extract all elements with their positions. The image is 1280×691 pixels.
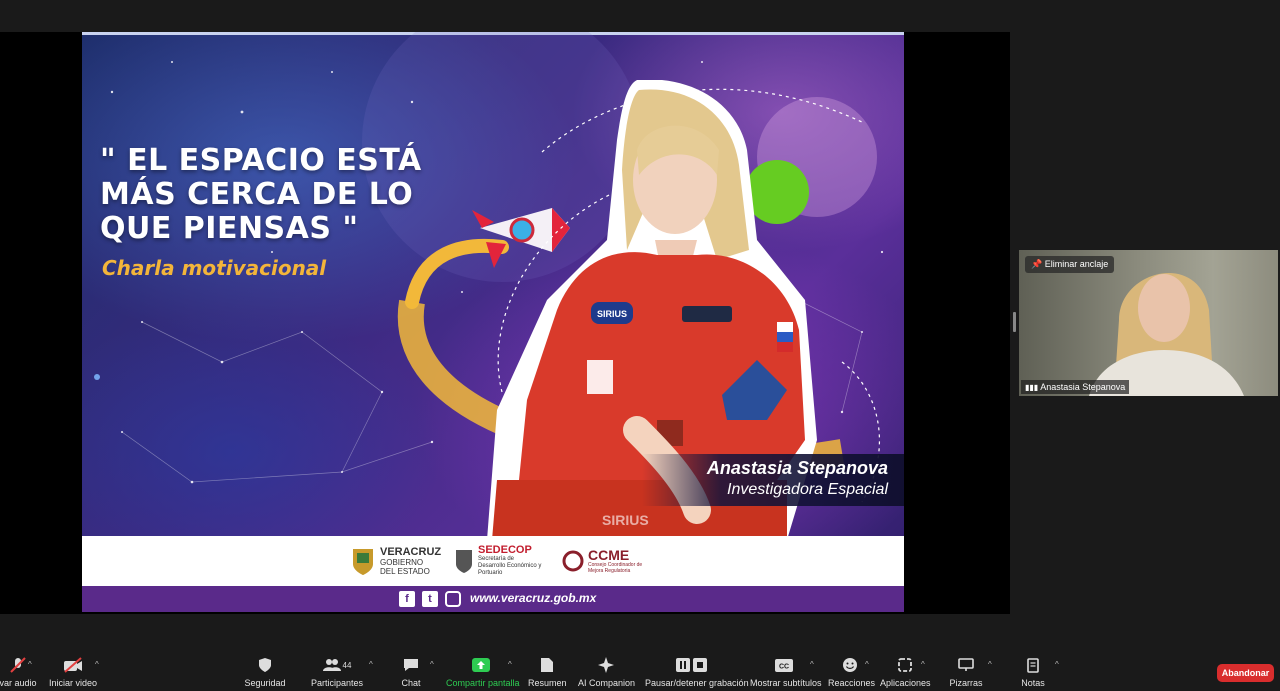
summary-label: Resumen [528, 678, 567, 688]
unpin-button[interactable]: 📌 Eliminar anclaje [1025, 256, 1115, 273]
twitter-icon: t [422, 591, 438, 607]
apps-options-caret[interactable]: ^ [921, 660, 925, 669]
captions-options-caret[interactable]: ^ [810, 660, 814, 669]
participant-name-tag: ▮▮▮ Anastasia Stepanova [1021, 380, 1130, 394]
signal-bars-icon: ▮▮▮ [1025, 383, 1039, 392]
apps-label: Aplicaciones [880, 678, 931, 688]
veracruz-crest-icon [353, 549, 373, 575]
suit-chest-text: SIRIUS [602, 512, 649, 528]
participants-button[interactable]: 44 Participantes [308, 656, 366, 688]
shared-slide: " EL ESPACIO ESTÁ MÁS CERCA DE LO QUE PI… [82, 32, 904, 612]
ai-companion-label: AI Companion [578, 678, 636, 688]
summary-document-icon [541, 658, 553, 672]
logos-bar: VERACRUZ GOBIERNO DEL ESTADO SEDECOP Sec… [82, 536, 904, 586]
chat-options-caret[interactable]: ^ [430, 660, 434, 669]
slide-footer: f t www.veracruz.gob.mx [82, 586, 904, 612]
shield-icon [259, 658, 271, 672]
pause-stop-icon [676, 658, 707, 672]
ccme-logo: CCME Consejo Coordinador de Mejora Regul… [562, 545, 648, 577]
leave-button[interactable]: Abandonar [1217, 664, 1274, 682]
camera-muted-icon [64, 657, 82, 673]
participants-count: 44 [342, 660, 352, 670]
slide-subtitle: Charla motivacional [102, 256, 327, 280]
svg-text:CC: CC [779, 663, 789, 670]
chat-bubble-icon [404, 659, 418, 671]
audio-options-caret[interactable]: ^ [28, 660, 32, 669]
ai-companion-button[interactable]: AI Companion [578, 656, 636, 688]
ccme-name: CCME [588, 547, 630, 563]
captions-button[interactable]: CC Mostrar subtítulos [750, 656, 822, 688]
participant-video-tile[interactable]: 📌 Eliminar anclaje ▮▮▮ Anastasia Stepano… [1019, 250, 1278, 396]
apps-icon [898, 658, 912, 672]
summary-button[interactable]: Resumen [528, 656, 567, 688]
shoulder-patch-text: SIRIUS [597, 309, 627, 319]
microphone-muted-icon [10, 657, 26, 673]
whiteboards-options-caret[interactable]: ^ [988, 660, 992, 669]
participants-options-caret[interactable]: ^ [369, 660, 373, 669]
speaker-caption: Anastasia Stepanova Investigadora Espaci… [642, 454, 904, 506]
audio-button[interactable]: var audio [0, 656, 38, 688]
sedecop-crest-icon [456, 550, 472, 573]
notes-button[interactable]: Notas [1018, 656, 1048, 688]
security-button[interactable]: Seguridad [240, 656, 290, 688]
record-controls-button[interactable]: Pausar/detener grabación [645, 656, 749, 688]
participants-label: Participantes [310, 678, 364, 688]
share-screen-label: Compartir pantalla [446, 678, 520, 688]
sparkle-icon [598, 657, 614, 673]
participant-name: Anastasia Stepanova [1040, 382, 1126, 392]
video-label: Iniciar video [48, 678, 98, 688]
pin-icon: 📌 [1031, 259, 1043, 269]
ccme-sub: Consejo Coordinador de Mejora Regulatori… [588, 562, 643, 574]
speaker-name: Anastasia Stepanova [706, 458, 888, 478]
website-url: www.veracruz.gob.mx [470, 591, 597, 605]
captions-icon: CC [775, 658, 793, 672]
video-button[interactable]: Iniciar video [46, 656, 100, 688]
sedecop-logo: SEDECOP Secretaría de Desarrollo Económi… [454, 545, 542, 577]
sedecop-sub: Secretaría de Desarrollo Económico y Por… [478, 556, 542, 576]
whiteboards-button[interactable]: Pizarras [946, 656, 986, 688]
sedecop-name: SEDECOP [478, 544, 532, 556]
share-options-caret[interactable]: ^ [508, 660, 512, 669]
facebook-icon: f [399, 591, 415, 607]
captions-label: Mostrar subtítulos [750, 678, 822, 688]
veracruz-logo: VERACRUZ GOBIERNO DEL ESTADO [350, 545, 441, 577]
whiteboards-label: Pizarras [949, 678, 983, 688]
participants-icon [322, 659, 341, 671]
notes-label: Notas [1021, 678, 1045, 688]
security-label: Seguridad [244, 678, 286, 688]
unpin-label: Eliminar anclaje [1044, 259, 1109, 269]
speaker-role: Investigadora Espacial [727, 481, 888, 498]
panel-splitter-handle[interactable] [1013, 312, 1016, 332]
reactions-options-caret[interactable]: ^ [865, 660, 869, 669]
video-options-caret[interactable]: ^ [95, 660, 99, 669]
whiteboard-icon [958, 658, 974, 671]
notes-options-caret[interactable]: ^ [1055, 660, 1059, 669]
chat-label: Chat [401, 678, 421, 688]
meeting-toolbar: var audio ^ Iniciar video ^ Seguridad 44… [0, 650, 1280, 691]
top-bar [0, 0, 1280, 32]
record-label: Pausar/detener grabación [645, 678, 749, 688]
veracruz-sub: GOBIERNO DEL ESTADO [380, 557, 430, 576]
slide-quote: " EL ESPACIO ESTÁ MÁS CERCA DE LO QUE PI… [100, 143, 422, 246]
chat-button[interactable]: Chat [396, 656, 426, 688]
smiley-icon [843, 658, 857, 672]
share-screen-button[interactable]: Compartir pantalla [446, 656, 520, 688]
audio-label: var audio [0, 678, 37, 688]
instagram-icon [445, 591, 461, 607]
ccme-ring-icon [562, 550, 584, 572]
reactions-label: Reacciones [828, 678, 876, 688]
notes-icon [1027, 657, 1039, 673]
share-screen-icon [472, 658, 490, 672]
veracruz-name: VERACRUZ [380, 545, 442, 558]
